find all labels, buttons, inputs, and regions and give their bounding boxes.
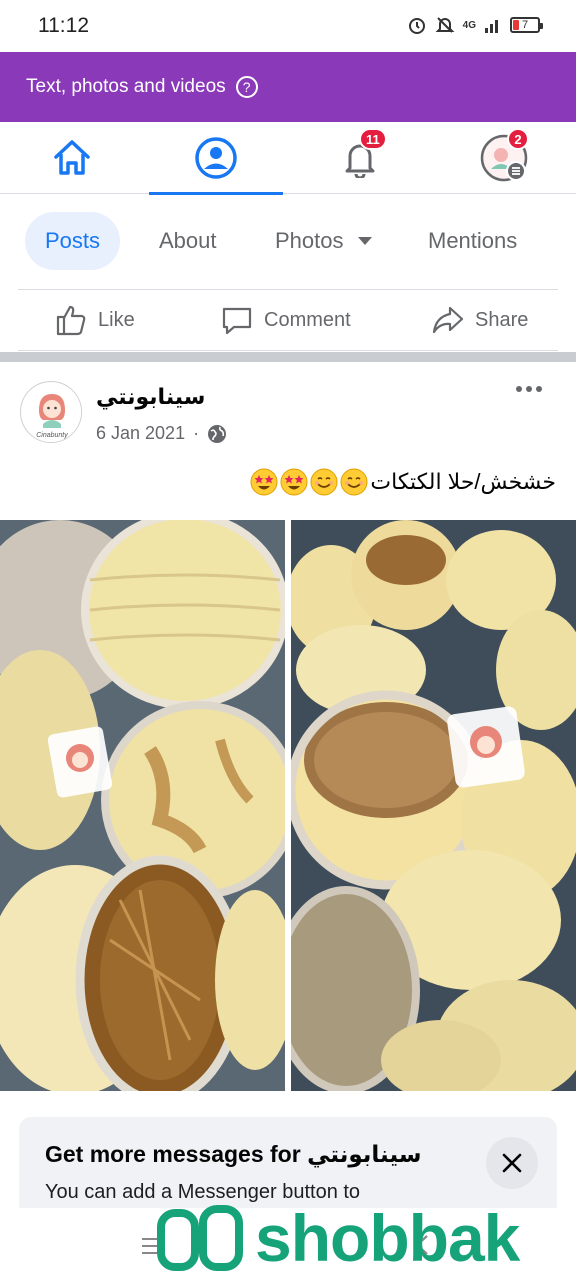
subtab-photos-label: Photos [275,228,344,253]
battery-level: 7 [521,19,529,31]
profile-sub-tabs: Posts About Photos Mentions [0,195,576,289]
subtab-mentions[interactable]: Mentions [408,212,537,270]
watermark: shobbak [155,1200,520,1276]
dessert-cups-photo [0,520,285,1091]
post-date[interactable]: 6 Jan 2021 [96,423,185,444]
banner-text: Text, photos and videos [26,76,226,97]
post-action-bar: Like Comment Share [18,289,558,351]
tab-menu[interactable]: 2 [437,122,571,194]
star-struck-icon [250,468,278,496]
smiling-face-icon [310,468,338,496]
tab-notifications[interactable]: 11 [293,122,427,194]
home-icon [54,140,90,175]
post-text: خشخش/حلا الكتكات [250,468,556,496]
close-icon [502,1153,522,1173]
mute-bell-icon [435,17,455,33]
cinabunty-logo: Cinabunty [22,383,81,442]
logo-text: Cinabunty [36,432,68,439]
post-avatar[interactable]: Cinabunty [20,381,82,443]
comment-icon [222,307,252,335]
comment-button[interactable]: Comment [220,290,351,350]
status-time: 11:12 [38,14,89,37]
chevron-down-icon [357,237,372,245]
tab-home[interactable] [5,122,139,194]
post-meta: 6 Jan 2021 · [96,423,227,444]
thumbs-up-icon [56,305,86,336]
watermark-text: shobbak [255,1201,520,1275]
dessert-cups-photo [291,520,576,1091]
meta-separator: · [193,423,200,443]
subtab-photos[interactable]: Photos [255,212,392,270]
subtab-about[interactable]: About [139,212,237,270]
share-icon [432,306,464,334]
status-bar: 11:12 4G 7 [0,0,576,52]
close-button[interactable] [486,1137,538,1189]
section-divider [0,352,576,362]
tab-profile[interactable] [149,122,283,195]
share-button[interactable]: Share [431,290,528,350]
subtab-mentions-label: Mentions [428,228,518,253]
post-photo-right[interactable] [291,520,576,1091]
top-nav: 11 2 [0,122,576,195]
alarm-icon [408,18,425,34]
subtab-posts-label: Posts [45,228,101,253]
messenger-title-prefix: Get more messages for [45,1141,301,1167]
network-label: 4G [462,19,476,31]
menu-badge: 2 [507,128,529,150]
notifications-badge: 11 [359,128,387,150]
comment-label: Comment [264,308,351,331]
help-icon[interactable]: ? [235,76,258,98]
signal-icon [485,20,498,33]
subtab-about-label: About [159,228,217,253]
post-author-name[interactable]: سينابونتي [96,384,205,410]
shobbak-logo-icon [157,1205,243,1271]
like-label: Like [98,308,135,331]
like-button[interactable]: Like [54,290,135,350]
smiling-face-icon [340,468,368,496]
messenger-title-name: سينابونتي [307,1141,422,1167]
subtab-posts[interactable]: Posts [25,212,121,270]
profile-icon [195,137,237,179]
status-icons: 4G 7 [407,15,543,35]
globe-icon [208,424,227,443]
battery-icon: 7 [510,17,543,33]
post-photo-left[interactable] [0,520,285,1091]
share-label: Share [475,308,529,331]
composer-banner[interactable]: Text, photos and videos ? [0,52,576,122]
post-caption: خشخش/حلا الكتكات [370,469,556,494]
post-more-options-icon[interactable] [516,386,542,392]
star-struck-icon [280,468,308,496]
messenger-card-title: Get more messages for سينابونتي [45,1141,421,1168]
